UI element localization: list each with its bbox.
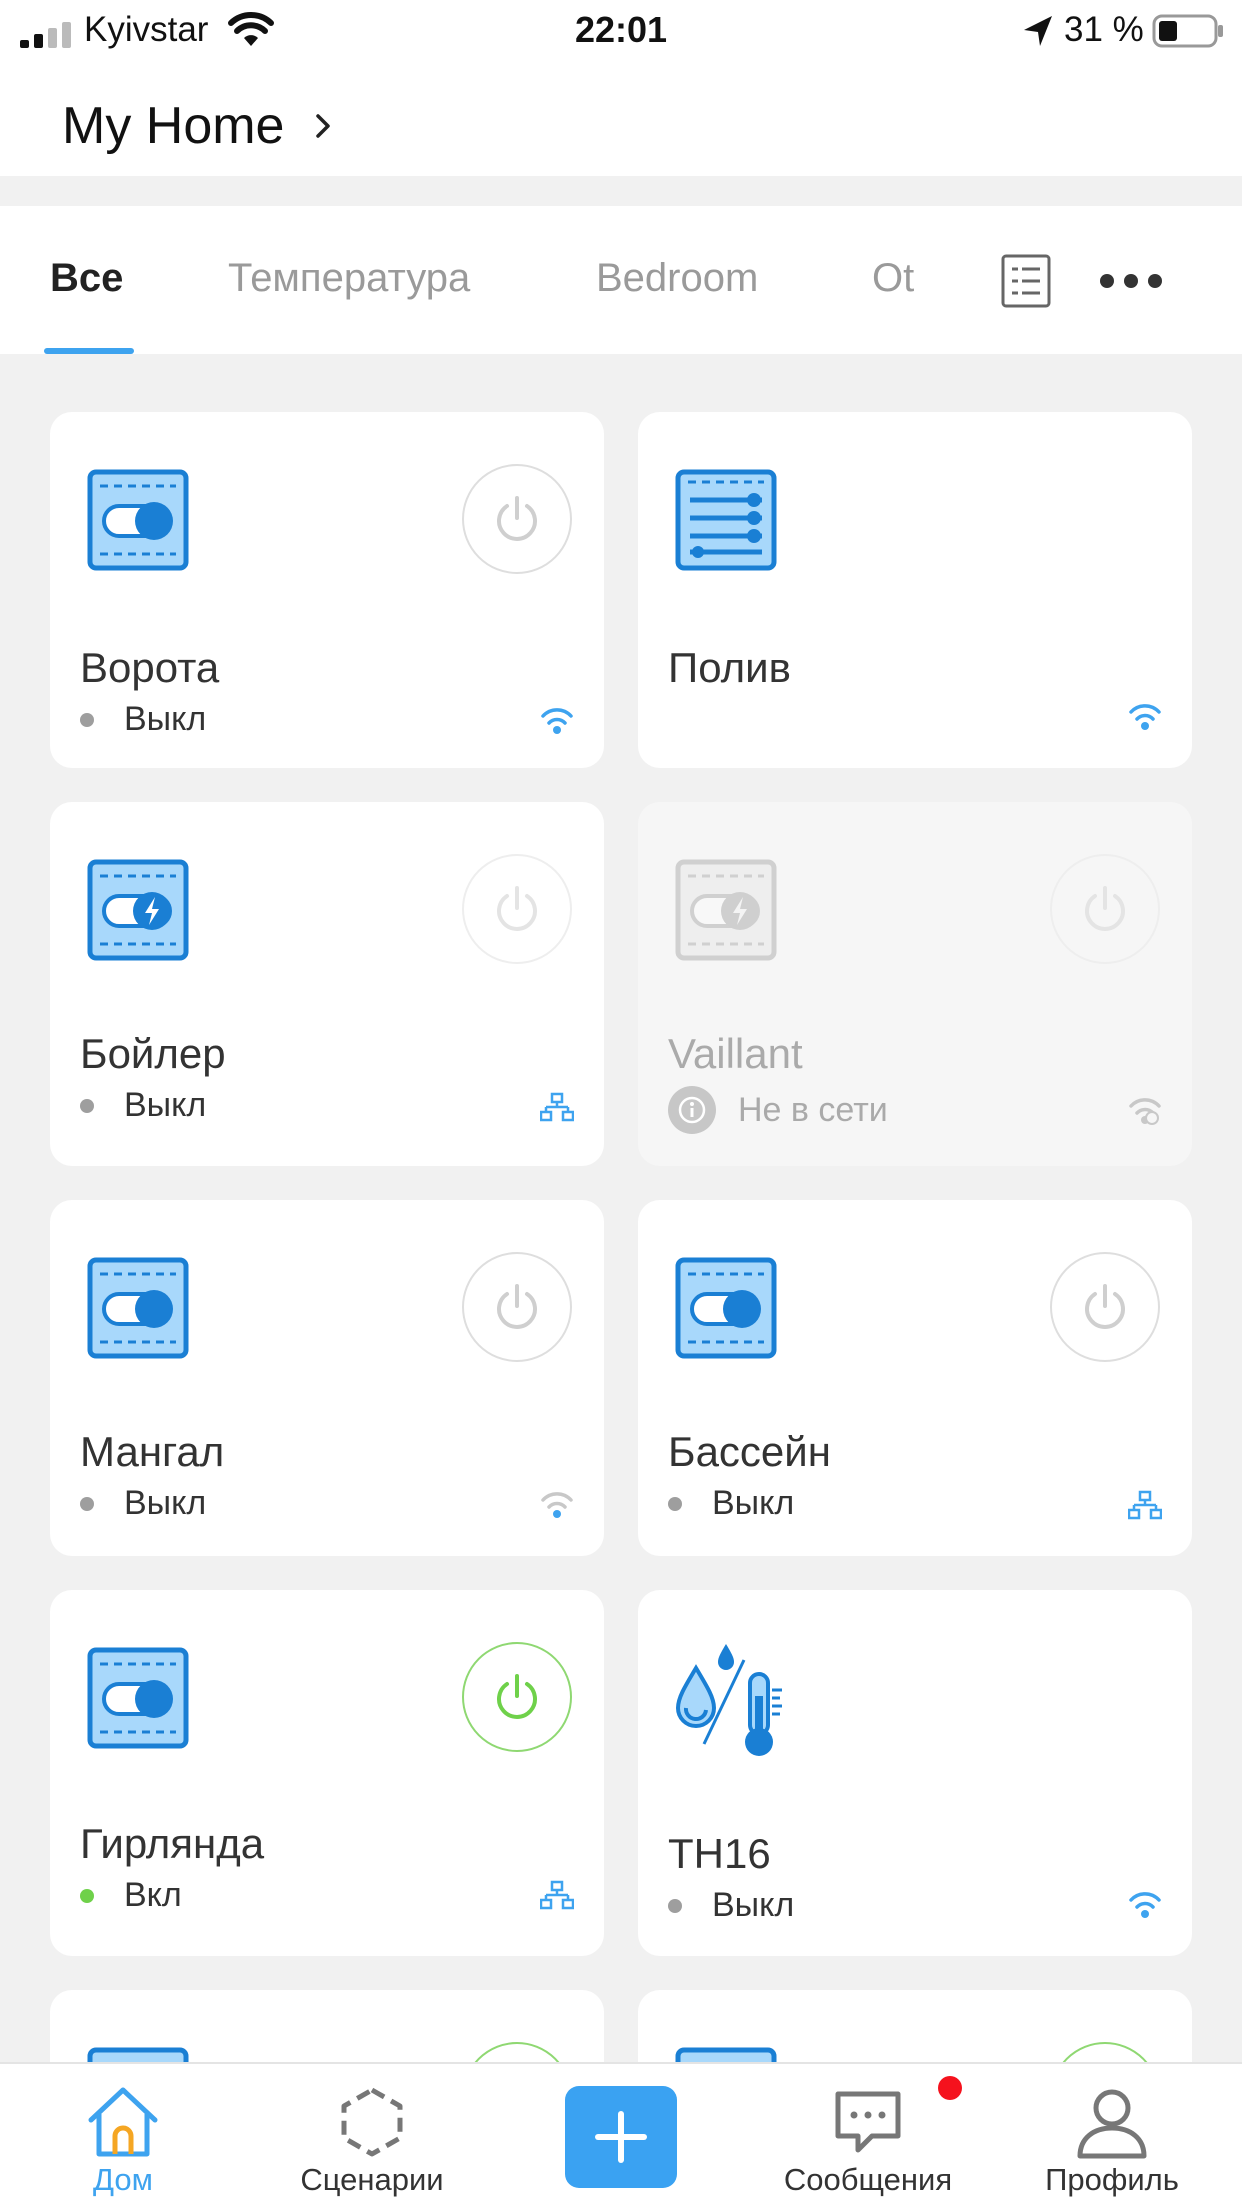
power-button[interactable] xyxy=(1050,1252,1160,1362)
wifi-icon xyxy=(1129,704,1161,730)
device-status: Не в сети xyxy=(668,1086,888,1134)
plus-icon xyxy=(595,2111,647,2163)
bottom-navigation: Дом Сценарии Сообщения Профиль xyxy=(0,2062,1242,2210)
device-status: Выкл xyxy=(80,1086,206,1125)
power-icon xyxy=(1085,1284,1125,1329)
nav-label: Сценарии xyxy=(300,2162,444,2197)
active-tab-indicator xyxy=(44,348,134,354)
device-status: Выкл xyxy=(668,1886,794,1925)
device-card[interactable]: Бойлер Выкл xyxy=(50,802,604,1166)
status-text: Выкл xyxy=(124,1484,207,1522)
status-dot xyxy=(80,712,94,727)
status-bar: Kyivstar 22:01 31 % xyxy=(0,0,1242,64)
device-name: Vaillant xyxy=(668,1030,803,1077)
home-icon xyxy=(88,2087,158,2157)
boiler-switch-icon xyxy=(87,859,189,961)
device-card[interactable]: Гирлянда Вкл xyxy=(50,1590,604,1956)
nav-scenes[interactable]: Сценарии xyxy=(252,2064,492,2210)
device-status: Выкл xyxy=(668,1484,794,1523)
wifi-icon xyxy=(541,1492,573,1518)
device-card[interactable]: Полив xyxy=(638,412,1192,768)
power-button[interactable] xyxy=(462,1642,572,1752)
nav-home[interactable]: Дом xyxy=(3,2064,243,2210)
status-dot xyxy=(80,1496,94,1511)
nav-profile[interactable]: Профиль xyxy=(992,2064,1232,2210)
tab-temperature[interactable]: Температура xyxy=(228,256,470,301)
network-icon xyxy=(540,1880,574,1910)
device-name: Гирлянда xyxy=(80,1820,265,1867)
tab-all[interactable]: Все xyxy=(50,256,123,301)
status-dot xyxy=(80,1888,94,1903)
device-status: Выкл xyxy=(80,1484,206,1523)
battery-percent: 31 % xyxy=(1064,10,1144,49)
wifi-off-icon xyxy=(1129,1098,1161,1125)
status-dot xyxy=(668,1898,682,1913)
switch-icon xyxy=(87,1647,189,1749)
power-button[interactable] xyxy=(1050,854,1160,964)
device-status: Вкл xyxy=(80,1876,182,1915)
device-card[interactable]: Ворота Выкл xyxy=(50,412,604,768)
device-status: Выкл xyxy=(80,700,206,739)
status-text: Не в сети xyxy=(738,1090,888,1129)
humidity-temperature-icon xyxy=(675,1644,782,1756)
home-header: My Home xyxy=(0,64,1242,176)
device-card[interactable]: TH16 Выкл xyxy=(638,1590,1192,1956)
status-dot xyxy=(80,1098,94,1113)
nav-messages[interactable]: Сообщения xyxy=(748,2064,988,2210)
scenes-icon xyxy=(341,2087,403,2157)
nav-label: Профиль xyxy=(1045,2162,1179,2197)
nav-label: Дом xyxy=(93,2162,153,2197)
more-icon[interactable] xyxy=(1098,272,1164,290)
power-button[interactable] xyxy=(462,1252,572,1362)
device-name: TH16 xyxy=(668,1830,771,1877)
power-icon xyxy=(497,1284,537,1329)
status-text: Выкл xyxy=(124,1086,207,1124)
status-dot xyxy=(668,1496,682,1511)
switch-icon xyxy=(87,1257,189,1359)
power-icon xyxy=(497,1674,537,1719)
wifi-icon xyxy=(541,708,573,734)
device-name: Мангал xyxy=(80,1428,225,1475)
device-name: Полив xyxy=(668,644,791,691)
power-button[interactable] xyxy=(462,854,572,964)
power-icon xyxy=(1085,886,1125,931)
profile-icon xyxy=(1077,2089,1147,2159)
home-title[interactable]: My Home xyxy=(62,96,284,156)
device-card[interactable]: Бассейн Выкл xyxy=(638,1200,1192,1556)
clock: 22:01 xyxy=(574,9,668,50)
room-list-icon[interactable] xyxy=(1000,253,1052,309)
add-device-button[interactable] xyxy=(565,2086,677,2188)
status-text: Вкл xyxy=(124,1876,182,1914)
network-icon xyxy=(1128,1490,1162,1520)
battery-icon xyxy=(1152,14,1223,48)
chevron-right-icon[interactable] xyxy=(312,108,336,144)
status-text: Выкл xyxy=(124,700,207,738)
device-name: Бойлер xyxy=(80,1030,226,1077)
switch-icon xyxy=(87,469,189,571)
sliders-icon xyxy=(675,469,777,571)
status-text: Выкл xyxy=(712,1886,795,1924)
wifi-icon xyxy=(1129,1892,1161,1918)
location-arrow-icon xyxy=(1024,16,1052,46)
nav-label: Сообщения xyxy=(783,2162,953,2197)
device-card[interactable]: Vaillant Не в сети xyxy=(638,802,1192,1166)
info-icon xyxy=(668,1086,716,1134)
tab-other[interactable]: Ot xyxy=(872,256,914,301)
power-icon xyxy=(497,886,537,931)
power-icon xyxy=(497,496,537,541)
network-icon xyxy=(540,1092,574,1122)
room-tabs: Все Температура Bedroom Ot xyxy=(0,206,1242,354)
power-button[interactable] xyxy=(462,464,572,574)
tab-bedroom[interactable]: Bedroom xyxy=(596,256,758,301)
switch-icon xyxy=(675,1257,777,1359)
status-text: Выкл xyxy=(712,1484,795,1522)
messages-icon xyxy=(835,2091,901,2153)
device-name: Бассейн xyxy=(668,1428,831,1475)
notification-badge xyxy=(938,2076,962,2100)
device-card[interactable]: Мангал Выкл xyxy=(50,1200,604,1556)
boiler-switch-icon xyxy=(675,859,777,961)
device-name: Ворота xyxy=(80,644,220,691)
